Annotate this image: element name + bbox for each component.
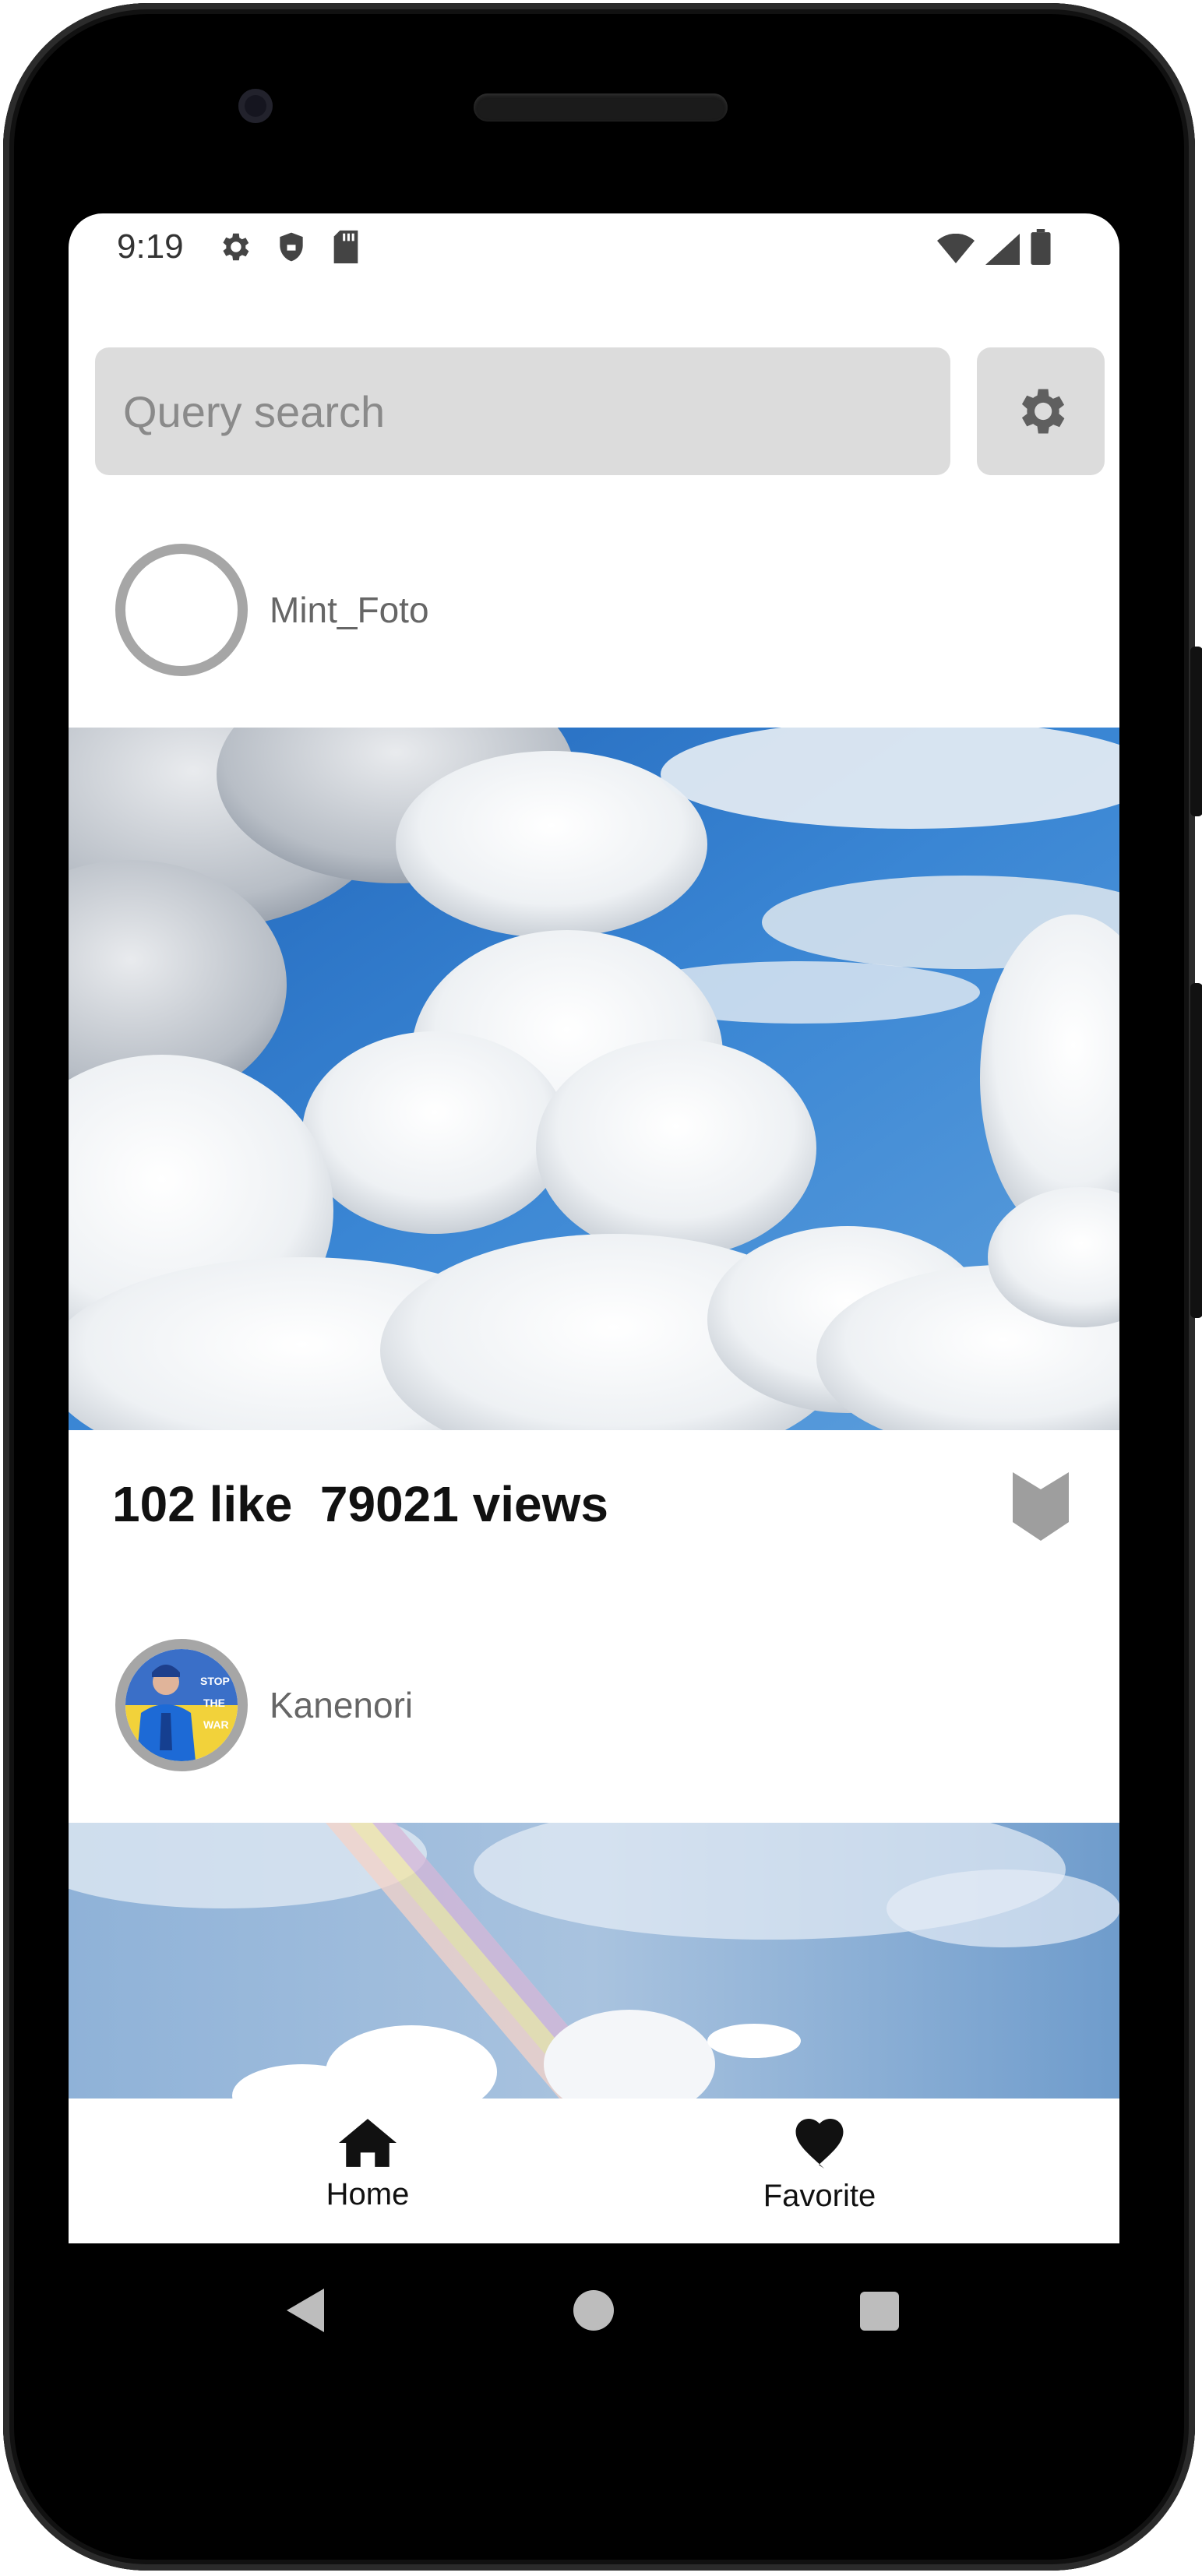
nav-home[interactable]: Home bbox=[251, 2119, 485, 2212]
sd-card-icon bbox=[333, 230, 358, 264]
post-image[interactable] bbox=[69, 728, 1119, 1430]
nav-favorite-label: Favorite bbox=[763, 2179, 876, 2213]
rainbow-sky-image bbox=[69, 1823, 1119, 2099]
status-icons-left bbox=[217, 229, 361, 265]
avatar[interactable]: STOP THE WAR bbox=[115, 1639, 248, 1771]
shield-icon bbox=[280, 232, 303, 262]
app-screen: 9:19 Mint_Foto bbox=[69, 213, 1119, 2243]
person-avatar-image: STOP THE WAR bbox=[125, 1649, 238, 1761]
post-author-row[interactable]: Mint_Foto bbox=[69, 544, 1119, 700]
signal-icon bbox=[985, 234, 1020, 265]
post-stats: 102 like 79021 views bbox=[112, 1475, 608, 1533]
gear-icon bbox=[1021, 389, 1065, 434]
front-camera bbox=[238, 89, 273, 123]
battery-icon bbox=[1031, 229, 1051, 265]
nav-home-label: Home bbox=[326, 2177, 410, 2211]
avatar[interactable] bbox=[115, 544, 248, 676]
heart-icon bbox=[795, 2119, 844, 2169]
search-input[interactable] bbox=[95, 347, 950, 475]
status-bar: 9:19 bbox=[69, 213, 1119, 280]
home-icon bbox=[339, 2119, 397, 2167]
cloudy-sky-image bbox=[69, 728, 1119, 1430]
nav-favorite[interactable]: Favorite bbox=[703, 2119, 936, 2214]
system-recents-button[interactable] bbox=[860, 2292, 899, 2331]
avatar-text-stop: STOP bbox=[200, 1675, 230, 1687]
bottom-nav: Home Favorite bbox=[69, 2099, 1119, 2243]
earpiece-speaker bbox=[474, 93, 728, 122]
system-back-button[interactable] bbox=[287, 2289, 326, 2332]
views-count: 79021 views bbox=[319, 1476, 608, 1532]
author-name[interactable]: Mint_Foto bbox=[270, 589, 429, 631]
wifi-icon bbox=[937, 234, 975, 263]
volume-button bbox=[1190, 983, 1202, 1318]
likes-count: 102 like bbox=[112, 1476, 293, 1532]
status-time: 9:19 bbox=[117, 227, 184, 266]
author-name[interactable]: Kanenori bbox=[270, 1684, 413, 1726]
settings-button[interactable] bbox=[977, 347, 1105, 475]
avatar-text-war: WAR bbox=[203, 1718, 229, 1731]
gear-icon bbox=[223, 233, 249, 261]
status-icons-right bbox=[937, 229, 1051, 265]
bookmark-icon[interactable] bbox=[1013, 1472, 1069, 1541]
post-author-row[interactable]: STOP THE WAR Kanenori bbox=[69, 1639, 1119, 1795]
power-button bbox=[1190, 647, 1202, 816]
avatar-text-the: THE bbox=[203, 1697, 225, 1709]
post-image[interactable] bbox=[69, 1823, 1119, 2099]
system-home-button[interactable] bbox=[573, 2290, 614, 2331]
